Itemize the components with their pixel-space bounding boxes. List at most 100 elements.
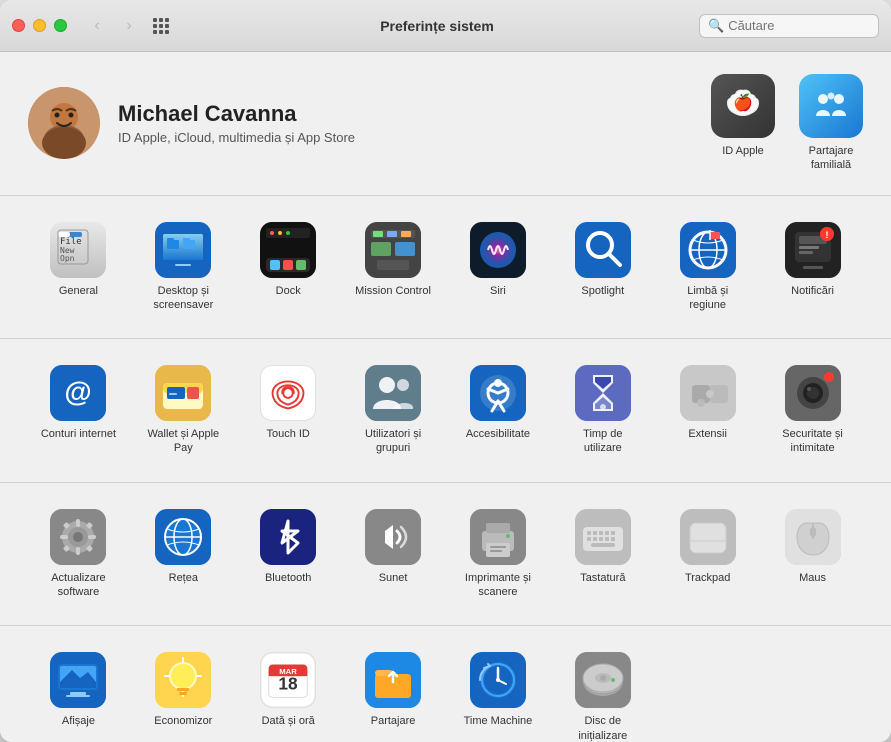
- sound-icon: [365, 509, 421, 565]
- pref-item-network[interactable]: Rețea: [133, 503, 234, 606]
- siri-icon: [470, 222, 526, 278]
- trackpad-icon: [680, 509, 736, 565]
- apple-id-button[interactable]: 🍎 ID Apple: [711, 74, 775, 158]
- energy-label: Economizor: [154, 714, 212, 728]
- svg-text:Opn: Opn: [60, 254, 75, 263]
- printers-label: Imprimante și scanere: [458, 571, 538, 600]
- wallet-label: Wallet și Apple Pay: [143, 427, 223, 456]
- pref-grid-4: Afișaje: [28, 646, 863, 742]
- datetime-icon: MAR 18: [260, 652, 316, 708]
- pref-item-dock[interactable]: Dock: [238, 216, 339, 319]
- bluetooth-icon: [260, 509, 316, 565]
- extensions-label: Extensii: [688, 427, 727, 441]
- pref-item-accessibility[interactable]: Accesibilitate: [448, 359, 549, 462]
- traffic-lights: [12, 19, 67, 32]
- displays-icon: [50, 652, 106, 708]
- pref-item-sharing[interactable]: Partajare: [343, 646, 444, 742]
- pref-item-security[interactable]: Securitate și intimitate: [762, 359, 863, 462]
- general-label: General: [59, 284, 98, 298]
- family-sharing-button[interactable]: Partajarefamilială: [799, 74, 863, 173]
- pref-section-1: File New Opn General: [0, 196, 891, 340]
- mouse-icon: [785, 509, 841, 565]
- pref-section-3: Actualizare software: [0, 483, 891, 627]
- timemachine-icon: [470, 652, 526, 708]
- spotlight-icon: [575, 222, 631, 278]
- pref-item-datetime[interactable]: MAR 18 Dată și oră: [238, 646, 339, 742]
- mission-icon: [365, 222, 421, 278]
- minimize-button[interactable]: [33, 19, 46, 32]
- extensions-icon: [680, 365, 736, 421]
- trackpad-label: Trackpad: [685, 571, 730, 585]
- grid-icon: [153, 18, 169, 34]
- siri-label: Siri: [490, 284, 506, 298]
- pref-item-timemachine[interactable]: Time Machine: [448, 646, 549, 742]
- users-icon: [365, 365, 421, 421]
- energy-icon: [155, 652, 211, 708]
- desktop-label: Desktop și screensaver: [143, 284, 223, 313]
- apple-id-label: ID Apple: [722, 144, 764, 158]
- pref-grid-1: File New Opn General: [28, 216, 863, 319]
- bluetooth-label: Bluetooth: [265, 571, 311, 585]
- notifications-icon: !: [785, 222, 841, 278]
- update-icon: [50, 509, 106, 565]
- pref-item-accounts[interactable]: @ Conturi internet: [28, 359, 129, 462]
- search-input[interactable]: [728, 18, 868, 33]
- pref-item-sound[interactable]: Sunet: [343, 503, 444, 606]
- pref-item-language[interactable]: Limbă și regiune: [657, 216, 758, 319]
- pref-item-startup[interactable]: Disc de inițializare: [552, 646, 653, 742]
- back-button[interactable]: ‹: [83, 16, 111, 36]
- sharing-label: Partajare: [371, 714, 416, 728]
- apple-id-icon: 🍎: [711, 74, 775, 138]
- startup-icon: [575, 652, 631, 708]
- security-label: Securitate și intimitate: [773, 427, 853, 456]
- pref-item-printers[interactable]: Imprimante și scanere: [448, 503, 549, 606]
- grid-view-button[interactable]: [147, 12, 175, 40]
- pref-item-bluetooth[interactable]: Bluetooth: [238, 503, 339, 606]
- displays-label: Afișaje: [62, 714, 95, 728]
- notifications-label: Notificări: [791, 284, 834, 298]
- svg-text:18: 18: [279, 674, 299, 694]
- search-icon: 🔍: [708, 18, 724, 34]
- pref-item-mouse[interactable]: Maus: [762, 503, 863, 606]
- network-label: Rețea: [169, 571, 198, 585]
- search-box[interactable]: 🔍: [699, 14, 879, 38]
- pref-item-users[interactable]: Utilizatori și grupuri: [343, 359, 444, 462]
- pref-section-4: Afișaje: [0, 626, 891, 742]
- sound-label: Sunet: [379, 571, 408, 585]
- screentime-icon: [575, 365, 631, 421]
- pref-item-trackpad[interactable]: Trackpad: [657, 503, 758, 606]
- maximize-button[interactable]: [54, 19, 67, 32]
- touchid-icon: [260, 365, 316, 421]
- pref-item-notifications[interactable]: ! Notificări: [762, 216, 863, 319]
- window-title: Preferințe sistem: [195, 18, 679, 34]
- pref-item-displays[interactable]: Afișaje: [28, 646, 129, 742]
- pref-item-desktop[interactable]: Desktop și screensaver: [133, 216, 234, 319]
- nav-buttons: ‹ ›: [83, 16, 143, 36]
- pref-item-siri[interactable]: Siri: [448, 216, 549, 319]
- pref-item-general[interactable]: File New Opn General: [28, 216, 129, 319]
- pref-item-touchid[interactable]: Touch ID: [238, 359, 339, 462]
- close-button[interactable]: [12, 19, 25, 32]
- forward-button[interactable]: ›: [115, 16, 143, 36]
- general-icon: File New Opn: [50, 222, 106, 278]
- language-label: Limbă și regiune: [668, 284, 748, 313]
- pref-item-extensions[interactable]: Extensii: [657, 359, 758, 462]
- svg-text:🍎: 🍎: [733, 93, 753, 112]
- pref-item-energy[interactable]: Economizor: [133, 646, 234, 742]
- pref-item-keyboard[interactable]: Tastatură: [552, 503, 653, 606]
- pref-section-2: @ Conturi internet: [0, 339, 891, 483]
- pref-item-wallet[interactable]: Wallet și Apple Pay: [133, 359, 234, 462]
- profile-name: Michael Cavanna: [118, 101, 711, 127]
- language-icon: [680, 222, 736, 278]
- avatar: [28, 87, 100, 159]
- profile-subtitle: ID Apple, iCloud, multimedia și App Stor…: [118, 130, 711, 145]
- wallet-icon: [155, 365, 211, 421]
- pref-item-spotlight[interactable]: Spotlight: [552, 216, 653, 319]
- accounts-icon: @: [50, 365, 106, 421]
- pref-item-update[interactable]: Actualizare software: [28, 503, 129, 606]
- startup-label: Disc de inițializare: [563, 714, 643, 742]
- avatar-image: [28, 87, 100, 159]
- pref-item-mission[interactable]: Mission Control: [343, 216, 444, 319]
- pref-item-screentime[interactable]: Timp de utilizare: [552, 359, 653, 462]
- screentime-label: Timp de utilizare: [563, 427, 643, 456]
